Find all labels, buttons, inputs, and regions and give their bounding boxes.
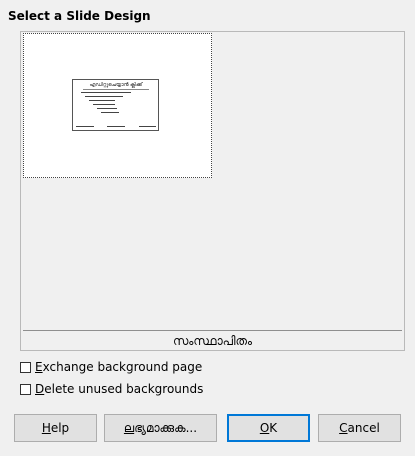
load-button[interactable]: ലഭ്യമാക്കുക... [104, 414, 217, 442]
delete-unused-checkbox-box[interactable] [20, 383, 31, 395]
preview-line [93, 104, 115, 105]
design-list[interactable]: എഡിറ്റുചെയ്യാന്‍ ക്ലിക്ക് സംസ്ഥാപിതം [20, 31, 405, 351]
delete-unused-backgrounds-checkbox[interactable]: Delete unused backgrounds [20, 381, 203, 397]
exchange-background-checkbox-box[interactable] [20, 361, 31, 373]
ok-button[interactable]: OK [227, 414, 310, 442]
panel-divider [23, 330, 402, 331]
preview-line [107, 126, 125, 127]
selected-design-name: സംസ്ഥാപിതം [173, 334, 252, 348]
slide-preview-title: എഡിറ്റുചെയ്യാന്‍ ക്ലിക്ക് [83, 82, 149, 90]
design-thumbnail[interactable]: എഡിറ്റുചെയ്യാന്‍ ക്ലിക്ക് [23, 33, 212, 178]
preview-line [89, 100, 115, 101]
preview-line [97, 108, 117, 109]
preview-line [85, 96, 123, 97]
preview-line [81, 92, 131, 93]
exchange-background-checkbox[interactable]: Exchange background page [20, 359, 202, 375]
delete-unused-label: Delete unused backgrounds [35, 382, 204, 396]
cancel-button[interactable]: Cancel [318, 414, 401, 442]
help-button[interactable]: Help [14, 414, 97, 442]
preview-line [76, 126, 94, 127]
slide-preview: എഡിറ്റുചെയ്യാന്‍ ക്ലിക്ക് [72, 79, 159, 131]
preview-line [139, 126, 156, 127]
preview-line [101, 112, 119, 113]
exchange-background-label: Exchange background page [35, 360, 203, 374]
section-title: Select a Slide Design [8, 9, 151, 23]
